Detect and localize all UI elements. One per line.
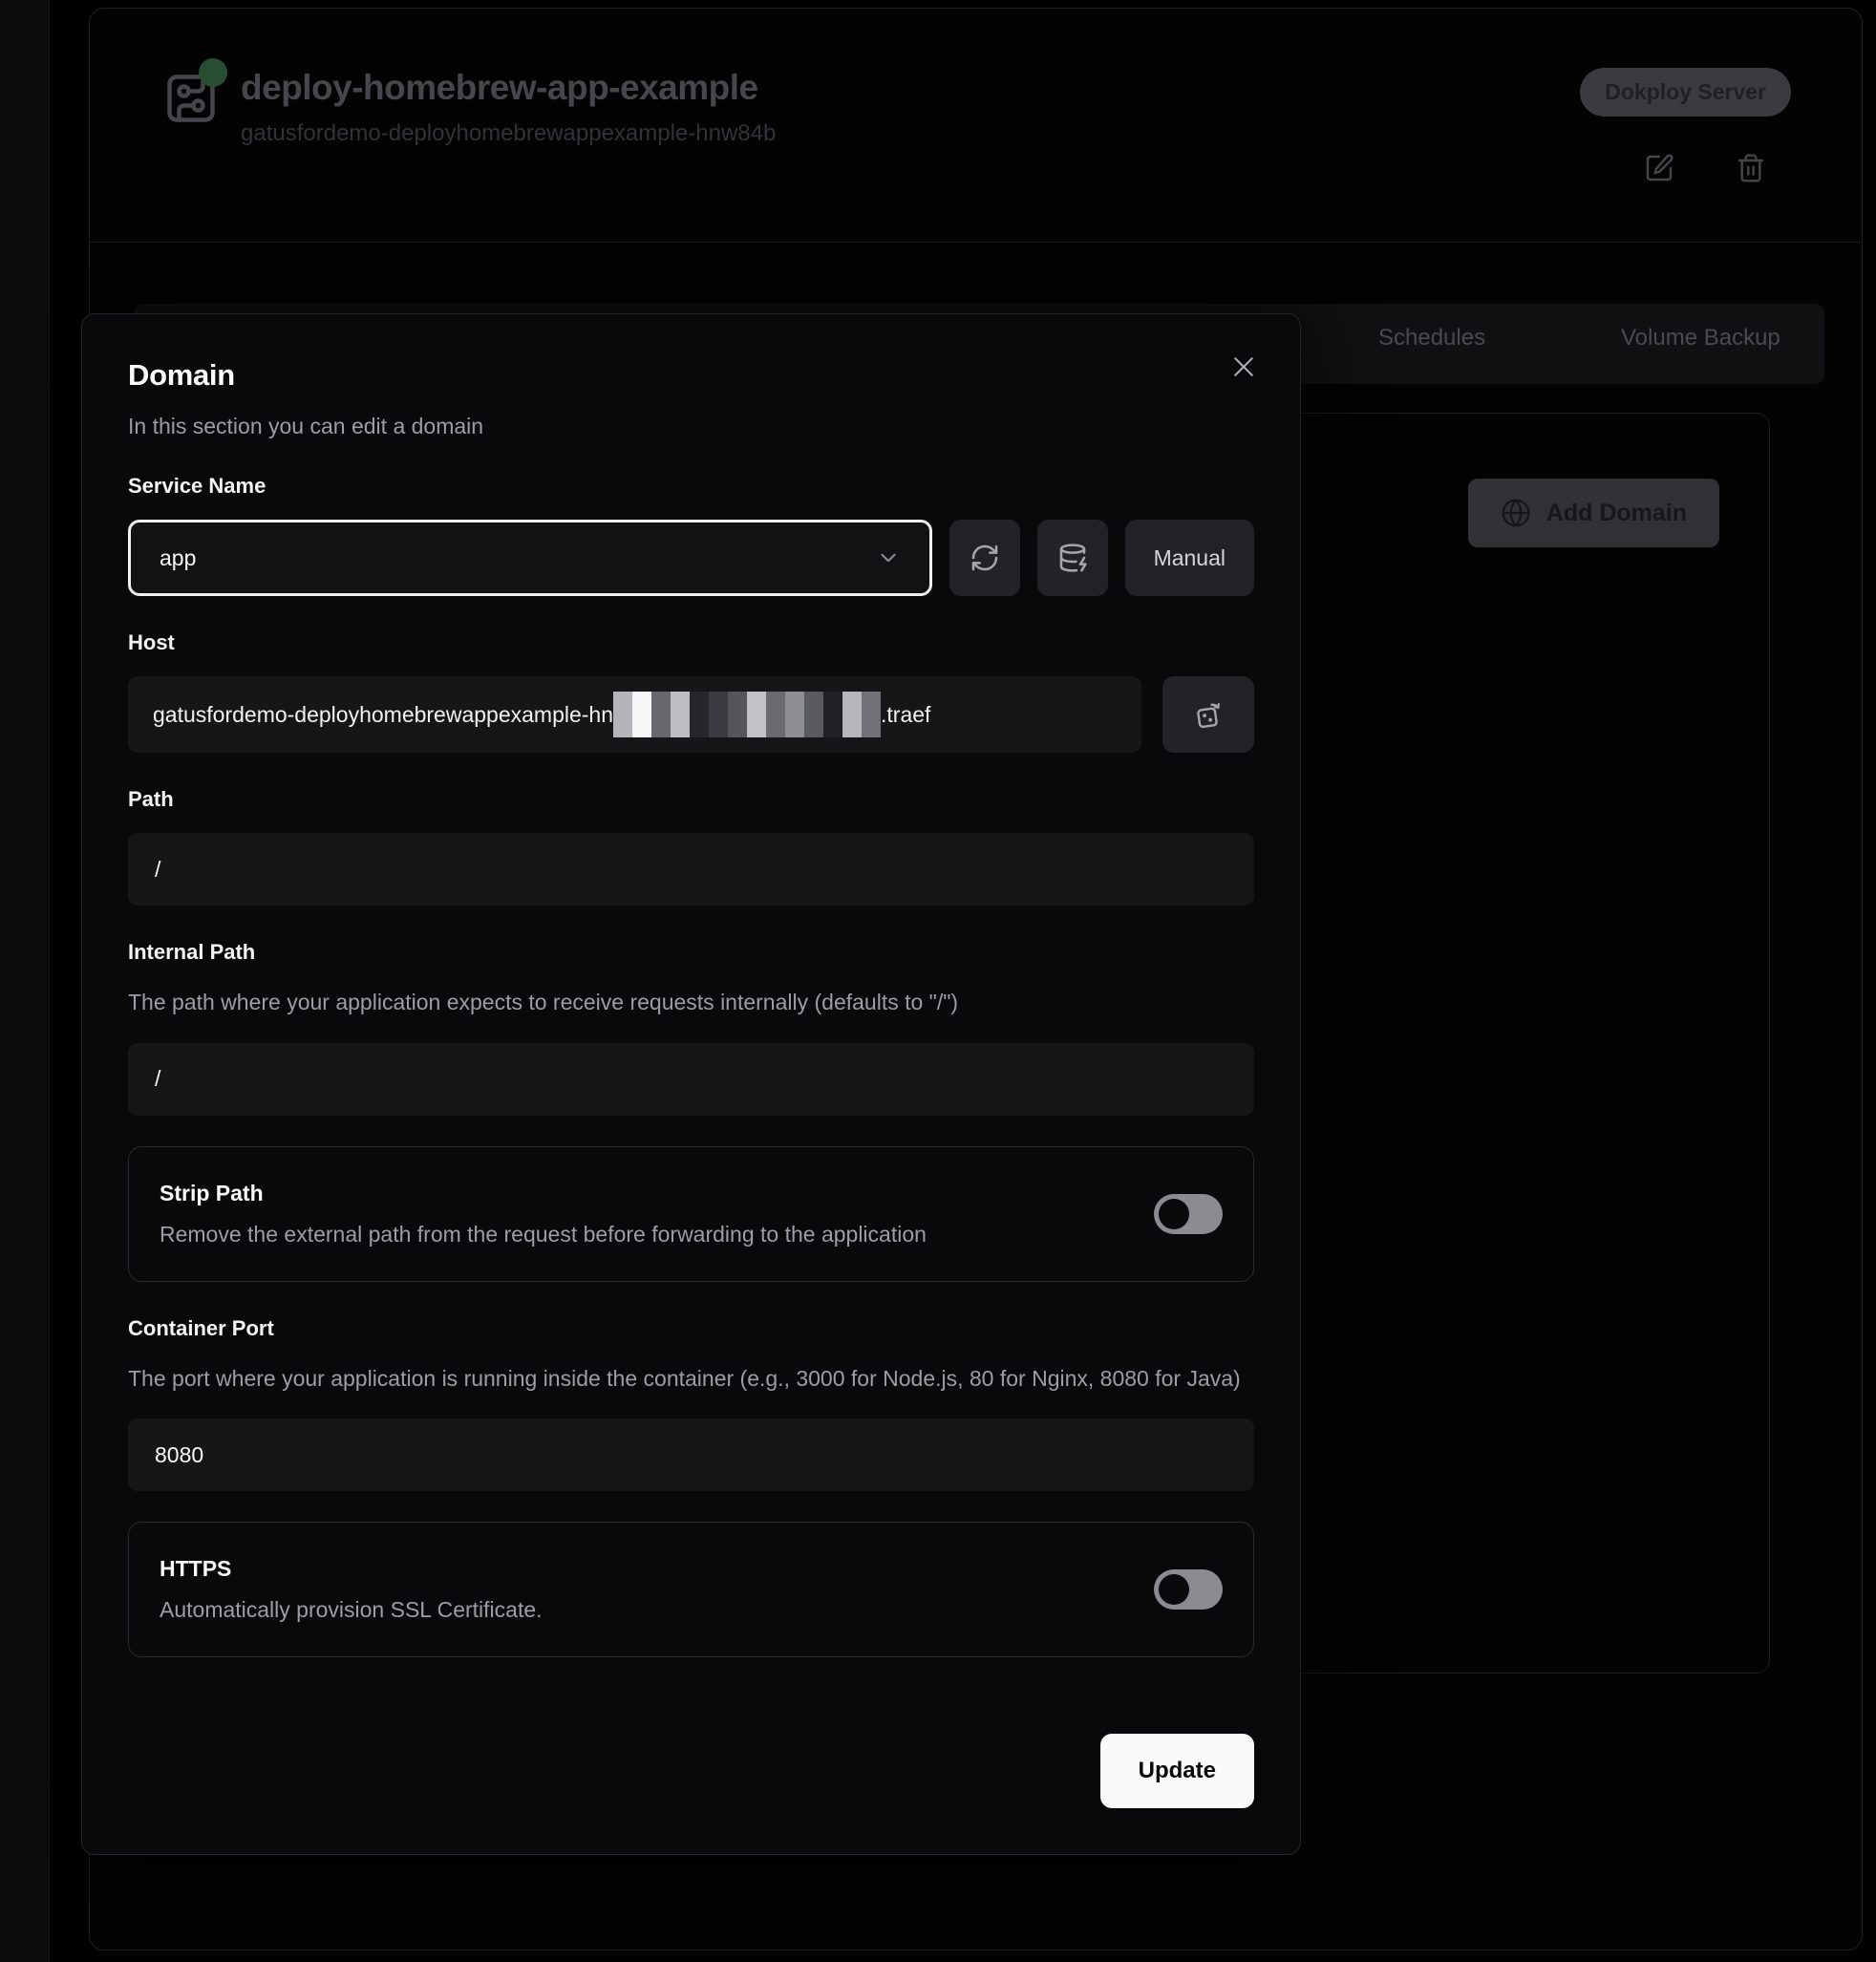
redacted-block xyxy=(842,692,862,737)
path-label: Path xyxy=(128,787,1254,812)
dialog-title: Domain xyxy=(128,358,1254,393)
redacted-block xyxy=(766,692,785,737)
redacted-block xyxy=(804,692,823,737)
https-description: Automatically provision SSL Certificate. xyxy=(160,1597,543,1623)
redacted-block xyxy=(862,692,881,737)
container-port-label: Container Port xyxy=(128,1316,1254,1341)
refresh-services-button[interactable] xyxy=(949,520,1020,596)
service-name-value: app xyxy=(160,545,196,571)
edit-icon[interactable] xyxy=(1644,153,1674,183)
strip-path-label: Strip Path xyxy=(160,1181,927,1206)
redacted-block xyxy=(747,692,766,737)
redacted-block xyxy=(613,692,632,737)
service-name-label: Service Name xyxy=(128,474,1254,499)
service-name-select[interactable]: app xyxy=(128,520,932,596)
add-domain-label: Add Domain xyxy=(1546,500,1687,527)
container-port-input[interactable] xyxy=(128,1418,1254,1491)
redacted-block xyxy=(671,692,690,737)
database-zap-icon xyxy=(1057,543,1088,573)
redacted-block xyxy=(728,692,747,737)
circuit-board-icon xyxy=(162,70,220,127)
close-icon[interactable] xyxy=(1229,351,1262,383)
app-root: deploy-homebrew-app-example gatusfordemo… xyxy=(0,0,1876,1962)
container-port-description: The port where your application is runni… xyxy=(128,1362,1254,1397)
redacted-block xyxy=(785,692,804,737)
internal-path-input[interactable] xyxy=(128,1043,1254,1116)
add-domain-button[interactable]: Add Domain xyxy=(1468,479,1719,547)
https-card: HTTPS Automatically provision SSL Certif… xyxy=(128,1522,1254,1657)
application-header: deploy-homebrew-app-example gatusfordemo… xyxy=(90,9,1862,243)
sidebar-sliver xyxy=(0,0,50,1962)
host-label: Host xyxy=(128,630,1254,655)
generate-domain-button[interactable] xyxy=(1162,676,1254,753)
https-label: HTTPS xyxy=(160,1556,543,1582)
strip-path-card: Strip Path Remove the external path from… xyxy=(128,1146,1254,1282)
host-value-suffix: .traef xyxy=(881,702,930,728)
trash-icon[interactable] xyxy=(1736,153,1766,183)
domain-dialog: Domain In this section you can edit a do… xyxy=(81,313,1301,1855)
toggle-thumb xyxy=(1159,1574,1189,1605)
globe-icon xyxy=(1501,498,1531,528)
fetch-compose-services-button[interactable] xyxy=(1037,520,1108,596)
tab-volume-backup[interactable]: Volume Backup xyxy=(1621,325,1780,352)
host-value-prefix: gatusfordemo-deployhomebrewappexample-hn xyxy=(153,702,613,728)
redacted-block xyxy=(823,692,842,737)
manual-button[interactable]: Manual xyxy=(1125,520,1254,596)
path-input[interactable] xyxy=(128,833,1254,906)
redacted-block xyxy=(709,692,728,737)
toggle-thumb xyxy=(1159,1199,1189,1229)
status-dot xyxy=(199,58,227,87)
tab-schedules[interactable]: Schedules xyxy=(1378,325,1485,352)
strip-path-toggle[interactable] xyxy=(1154,1194,1223,1234)
page-subtitle: gatusfordemo-deployhomebrewappexample-hn… xyxy=(241,120,776,147)
internal-path-description: The path where your application expects … xyxy=(128,986,1254,1020)
redacted-block xyxy=(632,692,651,737)
redacted-block xyxy=(690,692,709,737)
strip-path-description: Remove the external path from the reques… xyxy=(160,1222,927,1248)
dialog-subtitle: In this section you can edit a domain xyxy=(128,414,1254,439)
host-input[interactable]: gatusfordemo-deployhomebrewappexample-hn… xyxy=(128,676,1141,753)
host-redaction xyxy=(613,692,881,737)
https-toggle[interactable] xyxy=(1154,1569,1223,1610)
redacted-block xyxy=(651,692,671,737)
page-title: deploy-homebrew-app-example xyxy=(241,68,776,109)
refresh-icon xyxy=(970,543,1000,573)
server-badge: Dokploy Server xyxy=(1580,68,1791,117)
update-button[interactable]: Update xyxy=(1100,1734,1254,1808)
chevron-down-icon xyxy=(876,545,901,570)
dice-icon xyxy=(1192,698,1225,731)
internal-path-label: Internal Path xyxy=(128,940,1254,965)
